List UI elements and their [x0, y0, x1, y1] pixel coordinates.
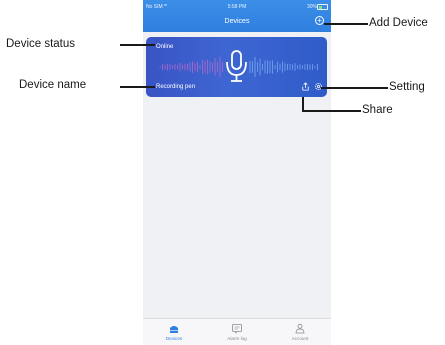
leader-line-device-name: [120, 86, 155, 88]
alarm-log-icon: [232, 324, 242, 334]
tab-label-alarm-log: Alarm log: [227, 336, 247, 341]
device-icon: [170, 326, 178, 333]
callout-share: Share: [362, 104, 393, 116]
add-device-button[interactable]: +: [315, 16, 324, 25]
plus-icon: +: [317, 16, 322, 25]
tab-label-devices: Devices: [165, 336, 183, 341]
share-icon[interactable]: [301, 82, 310, 91]
status-time: 5:58 PM: [227, 4, 247, 10]
battery-icon: [317, 4, 328, 10]
device-card[interactable]: Online Recording pen: [146, 37, 327, 97]
tab-devices[interactable]: Devices: [149, 319, 199, 345]
tab-bar: Devices Alarm log Account: [143, 318, 331, 345]
callout-setting: Setting: [389, 81, 425, 93]
callout-device-status: Device status: [6, 38, 76, 50]
tab-alarm-log[interactable]: Alarm log: [212, 319, 262, 345]
callout-add-device: Add Device: [369, 17, 428, 29]
battery-percent: 30%: [306, 4, 317, 10]
leader-line-share-vertical: [302, 97, 304, 111]
tab-account[interactable]: Account: [275, 319, 325, 345]
microphone-icon: [226, 50, 247, 82]
leader-line-add-device: [324, 23, 368, 25]
device-name: Recording pen: [156, 84, 196, 90]
status-bar: No SIM ≈ 5:58 PM 30%: [143, 2, 331, 12]
header-bar: No SIM ≈ 5:58 PM 30% Devices +: [143, 0, 331, 32]
leader-line-setting: [321, 87, 388, 89]
device-status: Online: [156, 44, 174, 50]
leader-line-share: [302, 110, 361, 112]
callout-device-name: Device name: [19, 79, 87, 91]
account-icon: [295, 323, 305, 334]
tab-label-account: Account: [291, 336, 309, 341]
phone-screen: No SIM ≈ 5:58 PM 30% Devices + Online Re…: [143, 0, 331, 345]
leader-line-device-status: [120, 44, 155, 46]
page-title: Devices: [224, 18, 250, 25]
